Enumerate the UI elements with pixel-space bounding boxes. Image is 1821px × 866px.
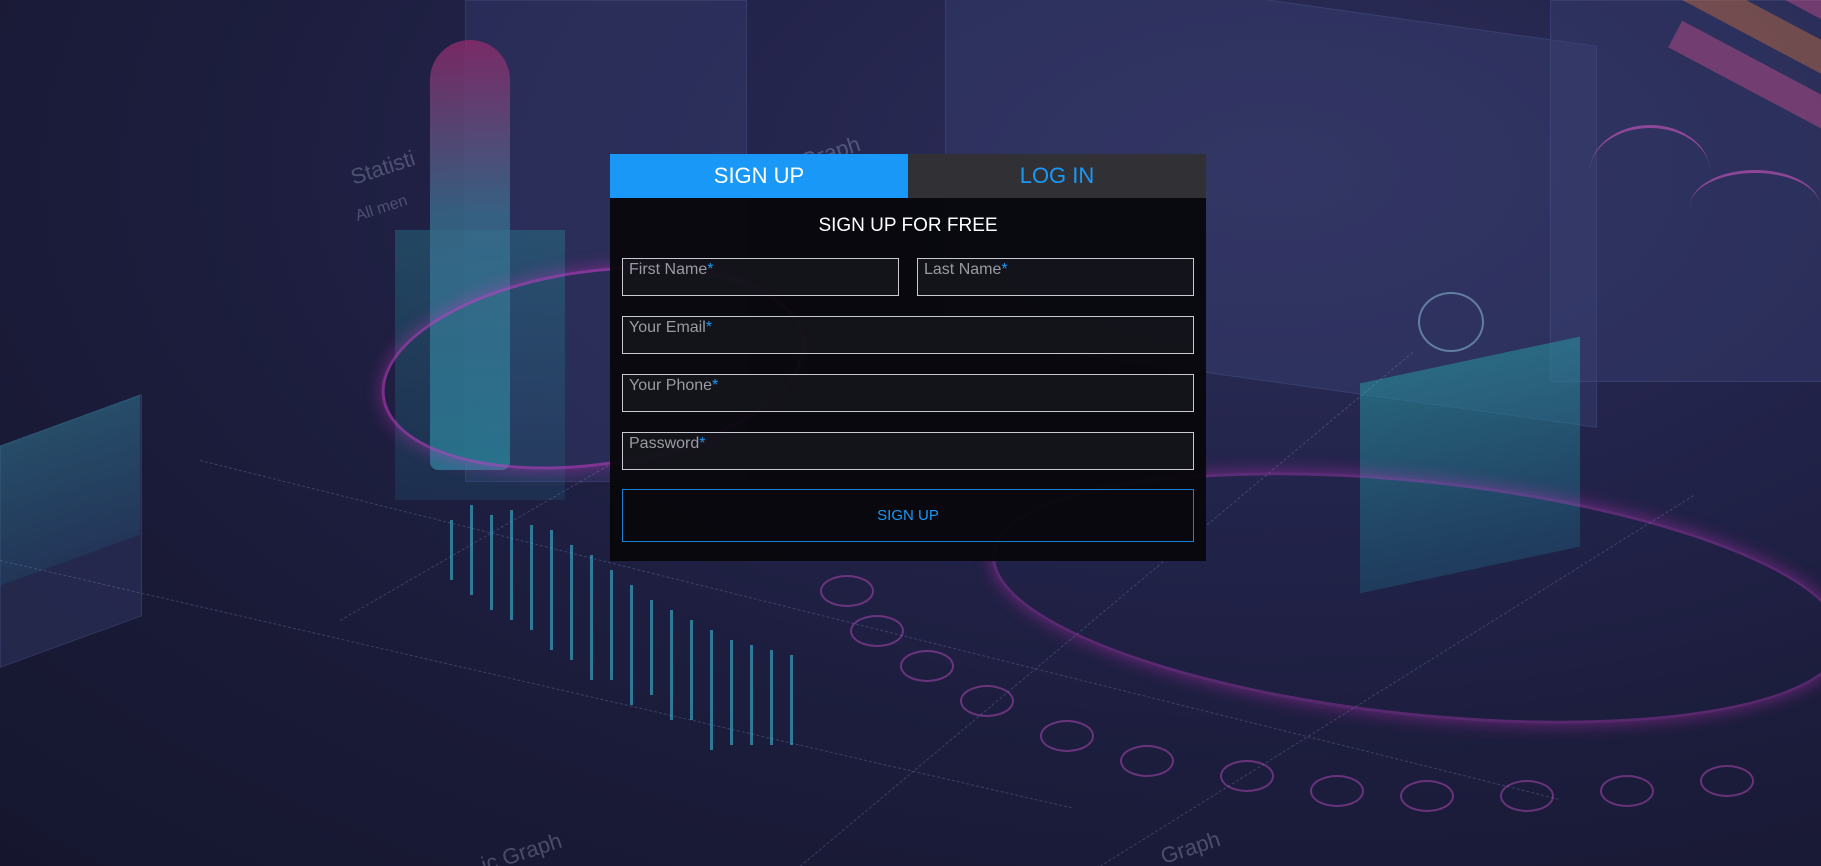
email-row: Your Email* [622,316,1194,354]
phone-row: Your Phone* [622,374,1194,412]
bg-bar [530,525,533,630]
password-placeholder: Password* [629,435,706,452]
bg-bar [570,545,573,660]
bg-bar [610,570,613,680]
required-marker: * [705,319,713,336]
tab-login[interactable]: LOG IN [908,154,1206,198]
name-row: First Name* Last Name* [622,258,1194,296]
last-name-placeholder: Last Name* [924,261,1008,278]
bg-dot-ring [960,685,1014,717]
required-marker: * [712,377,719,394]
bg-text: ic Graph [478,827,565,866]
bg-dot-ring [1700,765,1754,797]
password-row: Password* [622,432,1194,470]
bg-text: All men [353,192,410,225]
required-marker: * [707,261,714,278]
bg-bar [670,610,673,720]
bg-bar [630,585,633,705]
bg-bar [750,645,753,745]
bg-bar [490,515,493,610]
password-field[interactable]: Password* [622,432,1194,470]
auth-card: SIGN UP LOG IN SIGN UP FOR FREE First Na… [610,154,1206,561]
bg-dot-ring [1600,775,1654,807]
bg-bar [450,520,453,580]
last-name-field[interactable]: Last Name* [917,258,1194,296]
email-field[interactable]: Your Email* [622,316,1194,354]
required-marker: * [699,435,706,452]
bg-dot-ring [850,615,904,647]
bg-wave [1690,170,1820,243]
bg-dot-ring [1220,760,1274,792]
bg-dot-ring [820,575,874,607]
bg-dot-ring [1040,720,1094,752]
bg-dot-ring [1400,780,1454,812]
bg-bar [790,655,793,745]
bg-dot-ring [1310,775,1364,807]
tab-signup[interactable]: SIGN UP [610,154,908,198]
bg-bar [770,650,773,745]
bg-bar [590,555,593,680]
bg-dot-ring [900,650,954,682]
bg-bar [710,630,713,750]
bg-bar [690,620,693,720]
first-name-placeholder: First Name* [629,261,714,278]
bg-ring-small [1418,292,1484,352]
bg-bar [510,510,513,620]
signup-submit-button[interactable]: SIGN UP [622,489,1194,542]
bg-bar [470,505,473,595]
phone-placeholder: Your Phone* [629,377,719,394]
auth-tabs: SIGN UP LOG IN [610,154,1206,198]
form-title: SIGN UP FOR FREE [818,215,998,236]
bg-bar [650,600,653,695]
phone-field[interactable]: Your Phone* [622,374,1194,412]
first-name-field[interactable]: First Name* [622,258,899,296]
bg-text: Graph [1157,826,1224,866]
bg-text: Statisti [347,145,419,190]
bg-dot-ring [1120,745,1174,777]
required-marker: * [1001,261,1008,278]
email-placeholder: Your Email* [629,319,713,336]
